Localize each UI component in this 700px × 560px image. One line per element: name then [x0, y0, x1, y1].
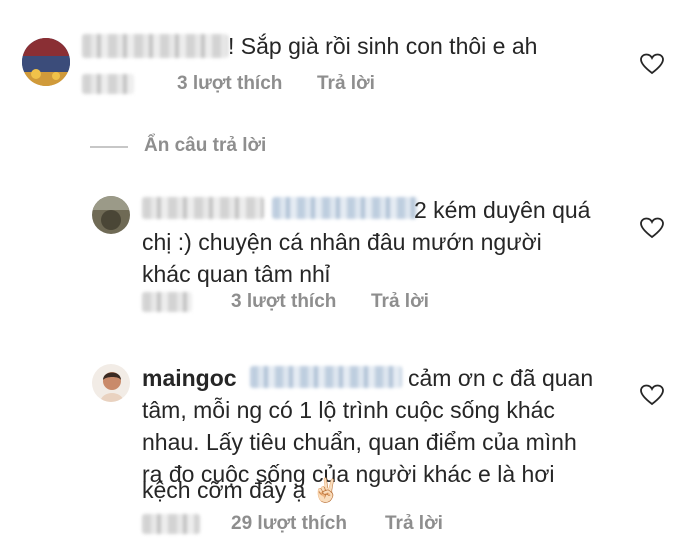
comment-text-line: 2 kém duyên quá — [414, 197, 591, 223]
blurred-timestamp — [142, 514, 200, 534]
blurred-username — [82, 34, 228, 58]
avatar-image — [22, 38, 70, 86]
avatar[interactable] — [92, 364, 130, 402]
comment-username[interactable]: maingoc — [142, 362, 237, 394]
like-count[interactable]: 29 lượt thích — [231, 513, 347, 535]
reply-button[interactable]: Trả lời — [385, 513, 443, 535]
reply-button[interactable]: Trả lời — [371, 291, 429, 313]
comment-text-line: tâm, mỗi ng có 1 lộ trình cuộc sống khác — [142, 397, 555, 423]
blurred-timestamp — [142, 292, 192, 312]
avatar[interactable] — [22, 38, 70, 86]
heart-icon[interactable] — [640, 217, 664, 239]
comment-text-line: cảm ơn c đã quan — [408, 365, 594, 391]
comment-text-line: khác quan tâm nhỉ — [142, 261, 330, 287]
heart-icon[interactable] — [640, 53, 664, 75]
blurred-mention — [250, 366, 402, 388]
comment-text-line: chị :) chuyện cá nhân đâu mướn người — [142, 229, 542, 255]
hide-replies-button[interactable]: Ẩn câu trả lời — [144, 135, 266, 157]
avatar-image — [92, 196, 130, 234]
avatar-image — [92, 364, 130, 402]
comment-text-line: nhau. Lấy tiêu chuẩn, quan điểm của mình — [142, 429, 577, 455]
blurred-timestamp — [82, 74, 134, 94]
blurred-mention — [272, 197, 418, 219]
comment-text-line: kệch cỡm đấy ạ ✌🏻 — [142, 477, 341, 503]
heart-icon[interactable] — [640, 384, 664, 406]
comment-text: ! Sắp già rồi sinh con thôi e ah — [228, 33, 538, 59]
like-count[interactable]: 3 lượt thích — [177, 73, 282, 95]
blurred-username — [142, 197, 264, 219]
reply-button[interactable]: Trả lời — [317, 73, 375, 95]
like-count[interactable]: 3 lượt thích — [231, 291, 336, 313]
thread-divider — [90, 146, 128, 148]
avatar[interactable] — [92, 196, 130, 234]
